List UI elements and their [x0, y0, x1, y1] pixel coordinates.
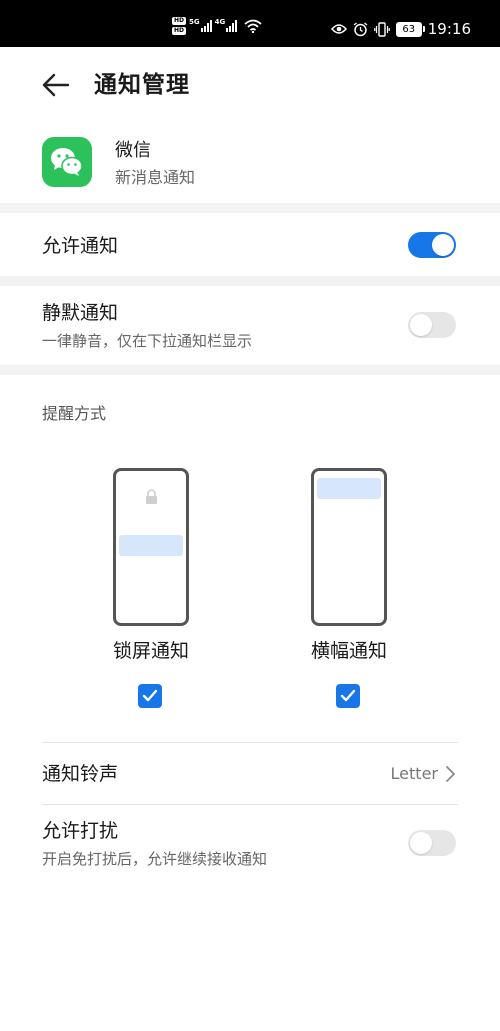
wechat-app-icon — [42, 137, 92, 187]
chevron-right-icon — [446, 766, 455, 782]
lockscreen-preview[interactable] — [113, 468, 189, 626]
ringtone-row[interactable]: 通知铃声 Letter — [0, 743, 500, 804]
section-divider — [0, 203, 500, 213]
status-left: HD HD 5G 4G — [172, 15, 262, 37]
silent-notifications-description: 一律静音，仅在下拉通知栏显示 — [42, 332, 253, 350]
ringtone-label: 通知铃声 — [42, 763, 119, 785]
banner-notification-bar — [317, 478, 381, 499]
silent-notifications-toggle[interactable] — [408, 312, 456, 338]
back-arrow-icon[interactable] — [40, 69, 72, 101]
allow-notifications-toggle[interactable] — [408, 232, 456, 258]
battery-icon: 63 — [395, 21, 425, 37]
allow-disturb-description: 开启免打扰后，允许继续接收通知 — [42, 850, 268, 868]
section-divider — [0, 365, 500, 375]
section-divider — [0, 276, 500, 286]
lock-icon — [146, 489, 157, 504]
banner-label: 横幅通知 — [310, 640, 387, 662]
network-type-2: 4G — [214, 18, 226, 26]
alarm-icon — [353, 21, 368, 36]
page-title: 通知管理 — [94, 72, 190, 98]
allow-disturb-label: 允许打扰 — [42, 820, 119, 842]
hd-badge-2: HD — [172, 27, 187, 35]
signal-icon-2 — [226, 20, 238, 32]
app-info: 微信 新消息通知 — [0, 123, 500, 203]
signal-icon-1 — [200, 20, 212, 32]
banner-checkbox[interactable] — [336, 684, 360, 708]
wifi-icon — [244, 19, 262, 33]
vibrate-icon — [373, 21, 390, 37]
status-time: 19:16 — [427, 20, 471, 38]
app-name: 微信 — [115, 140, 151, 161]
network-type-1: 5G — [189, 18, 200, 26]
banner-preview[interactable] — [311, 468, 387, 626]
allow-notifications-row[interactable]: 允许通知 — [0, 213, 500, 276]
status-bar: HD HD 5G 4G 63 19:16 — [0, 0, 500, 47]
status-right: 63 19:16 — [330, 17, 471, 41]
eye-icon — [330, 24, 347, 34]
silent-notifications-label: 静默通知 — [42, 302, 119, 324]
silent-notifications-row[interactable]: 静默通知 一律静音，仅在下拉通知栏显示 — [0, 286, 500, 365]
allow-notifications-label: 允许通知 — [42, 235, 119, 257]
ringtone-value: Letter — [390, 764, 438, 783]
allow-disturb-toggle[interactable] — [408, 830, 456, 856]
app-subtitle: 新消息通知 — [115, 168, 196, 187]
hd-badges: HD HD — [172, 17, 187, 35]
lockscreen-checkbox[interactable] — [138, 684, 162, 708]
lockscreen-notification-bar — [119, 535, 183, 556]
reminder-section-label: 提醒方式 — [42, 404, 107, 423]
hd-badge-1: HD — [172, 17, 187, 25]
allow-disturb-row[interactable]: 允许打扰 开启免打扰后，允许继续接收通知 — [0, 805, 500, 885]
app-header: 通知管理 — [0, 47, 500, 123]
lockscreen-label: 锁屏通知 — [112, 640, 189, 662]
